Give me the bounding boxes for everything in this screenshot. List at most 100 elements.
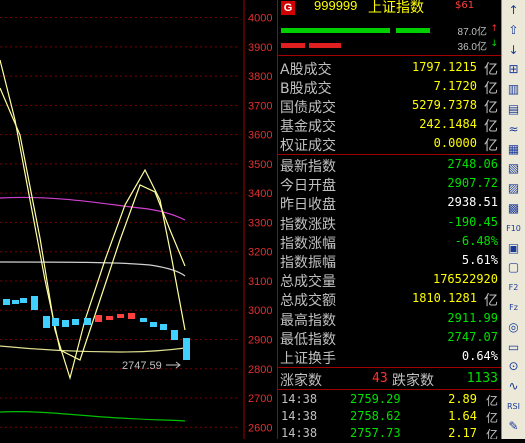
toolbar-button[interactable]: ⇧	[505, 22, 522, 39]
last-price-arrow-icon	[166, 361, 181, 369]
turnover-value: 5279.7378	[411, 98, 477, 112]
candlestick	[171, 330, 178, 340]
candlestick	[31, 296, 38, 310]
tick-price: 2758.62	[350, 409, 401, 423]
toolbar-button[interactable]: ▧	[505, 160, 522, 177]
stat-label: 指数涨幅	[280, 235, 336, 252]
candlestick	[160, 324, 167, 330]
boll-line-1	[0, 87, 186, 381]
toolbar-button[interactable]: ↓	[505, 42, 522, 59]
stat-row: 指数振幅 5.61%	[278, 252, 501, 271]
toolbar-button[interactable]: ▦	[505, 141, 522, 158]
up-count-value: 43	[372, 371, 388, 386]
volume-bar-green	[281, 28, 390, 33]
toolbar-button[interactable]: ⊙	[505, 358, 522, 375]
toolbar-button[interactable]: F2	[505, 279, 522, 296]
stat-label: 最新指数	[280, 159, 336, 175]
tick-price: 2759.29	[350, 392, 401, 406]
stat-row: 上证换手 0.64%	[278, 348, 501, 367]
quote-panel: G 999999 上证指数 $61 87.0亿 ↑ 36.0亿 ↓ A股成交 17…	[277, 0, 501, 439]
stat-row: 指数涨幅 -6.48%	[278, 233, 501, 252]
last-price-label: 2747.59	[122, 360, 162, 372]
turnover-row: A股成交 1797.1215 亿	[278, 59, 501, 78]
turnover-label: 国债成交	[280, 100, 336, 116]
stat-label: 今日开盘	[280, 178, 336, 195]
kline-chart-canvas[interactable]: 4000 3900 3800 3700 3600 3500 3400 3300 3200 3100…	[0, 0, 277, 439]
toolbar-button[interactable]: ⊞	[505, 61, 522, 78]
toolbar-button[interactable]: ✎	[505, 418, 522, 435]
toolbar-button[interactable]: ▭	[505, 339, 522, 356]
turnover-row: 权证成交 0.0000 亿	[278, 135, 501, 154]
stat-row: 昨日收盘 2938.51	[278, 194, 501, 213]
boll-line-2	[0, 59, 186, 361]
stat-label: 指数涨跌	[280, 216, 336, 233]
index-name: 上证指数	[368, 0, 424, 16]
candlestick	[20, 298, 27, 303]
stat-row: 指数涨跌 -190.45	[278, 214, 501, 233]
turnover-unit: 亿	[484, 81, 498, 97]
candlestick	[140, 318, 147, 322]
kline-chart[interactable]: 4000 3900 3800 3700 3600 3500 3400 3300 3200 3100…	[0, 0, 277, 439]
ma-line-yellow	[0, 345, 186, 353]
stat-row: 最高指数 2911.99	[278, 310, 501, 329]
tick-volume: 2.89	[448, 392, 477, 406]
y-tick-label: 2900	[248, 334, 272, 346]
tick-volume: 1.64	[448, 409, 477, 423]
candlestick	[52, 318, 59, 326]
toolbar-button[interactable]: F10	[505, 220, 522, 237]
tick-time: 14:38	[281, 426, 318, 439]
toolbar-button[interactable]: ∿	[505, 378, 522, 395]
toolbar-button[interactable]: Fz	[505, 299, 522, 316]
separator	[278, 55, 501, 56]
turnover-row: 国债成交 5279.7378 亿	[278, 97, 501, 116]
toolbar-button[interactable]: RSI	[505, 398, 522, 415]
market-breadth: 涨家数 43 跌家数 1133	[278, 370, 501, 389]
toolbar-button[interactable]: ↑	[505, 2, 522, 19]
stat-label: 指数振幅	[280, 255, 336, 271]
tick-time: 14:38	[281, 392, 318, 406]
stat-row: 最低指数 2747.07	[278, 329, 501, 348]
y-tick-label: 3400	[248, 188, 272, 200]
toolbar-button[interactable]: ▩	[505, 200, 522, 217]
volume-bar-green-2	[396, 28, 430, 33]
toolbar-button[interactable]: ◎	[505, 319, 522, 336]
y-tick-label: 3500	[248, 159, 272, 171]
stat-label: 总成交额	[280, 293, 336, 310]
toolbar-button[interactable]: ▥	[505, 81, 522, 98]
stat-label: 总成交量	[280, 274, 336, 291]
volume-bar-red	[281, 43, 305, 48]
tick-price: 2757.73	[350, 426, 401, 439]
turnover-row: B股成交 7.1720 亿	[278, 78, 501, 97]
candlestick	[72, 319, 79, 325]
toolbar-button[interactable]: ≈	[505, 121, 522, 138]
turnover-value: 242.1484	[419, 117, 477, 131]
tick-unit: 亿	[485, 394, 498, 408]
stat-value: -190.45	[447, 214, 498, 229]
toolbar-button[interactable]: ▤	[505, 101, 522, 118]
down-count-value: 1133	[466, 371, 498, 386]
ma-line-green	[0, 411, 186, 422]
separator	[278, 367, 501, 368]
turnover-label: 基金成交	[280, 119, 336, 135]
stat-value: 2911.99	[447, 310, 498, 325]
candlestick	[106, 316, 113, 320]
turnover-unit: 亿	[484, 62, 498, 78]
volume-bottom-label: 36.0亿	[457, 42, 487, 53]
side-toolbar: ↑ ⇧ ↓ ⊞ ▥ ▤ ≈ ▦ ▧ ▨ ▩ F10 ▣ ▢ F2 Fz ◎ ▭ ⊙ ∿ RSI ✎	[501, 0, 525, 439]
y-tick-label: 4000	[248, 13, 272, 25]
stat-row: 总成交量 176522920	[278, 271, 501, 290]
toolbar-button[interactable]: ▣	[505, 240, 522, 257]
group-badge[interactable]: G	[281, 1, 295, 15]
stat-label: 最低指数	[280, 331, 336, 348]
toolbar-button[interactable]: ▨	[505, 180, 522, 197]
stat-value: 2747.07	[447, 329, 498, 344]
stat-value: 5.61%	[461, 253, 498, 267]
candlestick	[95, 315, 102, 322]
y-tick-label: 2700	[248, 393, 272, 405]
toolbar-button[interactable]: ▢	[505, 259, 522, 276]
stat-unit: 亿	[484, 293, 498, 310]
tick-row: 14:38 2759.29 2.89 亿	[278, 392, 501, 409]
separator	[278, 389, 501, 390]
turnover-value: 7.1720	[433, 79, 477, 93]
index-code: 999999	[314, 0, 358, 13]
